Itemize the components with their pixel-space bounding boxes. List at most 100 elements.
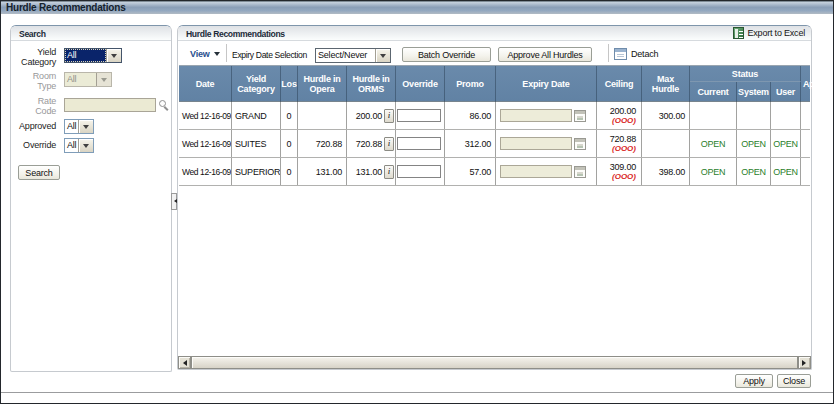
scroll-right-icon (802, 360, 809, 366)
col-header-yield-category[interactable]: Yield Category (232, 66, 281, 102)
cell-los: 0 (281, 130, 298, 157)
search-panel-title: Search (19, 29, 46, 39)
detach-button[interactable]: Detach (614, 48, 658, 60)
approved-dropdown-button[interactable] (78, 120, 93, 133)
table-row[interactable]: Wed 12-16-09 SUITES 0 720.88 720.88 i 31… (179, 130, 810, 158)
scrollbar-thumb[interactable] (191, 356, 798, 369)
col-header-override[interactable]: Override (396, 66, 445, 102)
chevron-down-icon (101, 78, 107, 85)
override-dropdown-button[interactable] (78, 139, 93, 152)
cell-override (396, 158, 445, 185)
scroll-left-icon (180, 360, 187, 366)
cell-date: Wed 12-16-09 (179, 130, 232, 157)
results-panel: Hurdle Recommendations Export to Excel V… (177, 25, 812, 370)
cell-approve-clipped (801, 158, 810, 185)
cell-status-current: OPEN (690, 158, 737, 185)
detach-icon (614, 48, 627, 60)
orms-detail-button[interactable]: i (384, 165, 394, 179)
cell-promo: 86.00 (445, 102, 496, 129)
expiry-date-input[interactable] (500, 109, 572, 122)
results-toolbar: View Expiry Date Selection Select/Never … (178, 41, 811, 66)
expiry-selection-dropdown-button[interactable] (375, 49, 390, 62)
override-input[interactable] (397, 109, 441, 122)
col-header-expiry-date[interactable]: Expiry Date (496, 66, 597, 102)
orms-detail-button[interactable]: i (384, 109, 394, 123)
approve-all-hurdles-button[interactable]: Approve All Hurdles (498, 47, 592, 62)
batch-override-button[interactable]: Batch Override (402, 47, 491, 62)
cell-date: Wed 12-16-09 (179, 102, 232, 129)
override-input[interactable] (397, 137, 441, 150)
room-type-dropdown-button (96, 73, 111, 86)
col-header-hurdle-in-opera[interactable]: Hurdle in Opera (298, 66, 347, 102)
override-value: All (65, 139, 78, 152)
cell-hurdle-opera: 131.00 (298, 158, 347, 185)
magnifier-icon[interactable] (159, 100, 170, 111)
calendar-icon[interactable] (574, 110, 586, 122)
cell-ceiling: 309.00 (OOO) (597, 158, 642, 185)
ooo-indicator: (OOO) (612, 144, 636, 154)
cell-promo: 57.00 (445, 158, 496, 185)
results-panel-title: Hurdle Recommendations (186, 29, 285, 39)
search-button[interactable]: Search (18, 165, 60, 180)
cell-status-user: OPEN (771, 130, 801, 157)
scroll-left-button[interactable] (178, 356, 191, 369)
cell-yield: SUPERIOR (232, 158, 281, 185)
calendar-icon[interactable] (574, 166, 586, 178)
ooo-indicator: (OOO) (612, 116, 636, 126)
cell-expiry-date (496, 130, 597, 157)
expiry-date-input[interactable] (500, 137, 572, 150)
col-header-approve-clipped[interactable]: Ap (801, 66, 810, 102)
col-header-status-user[interactable]: User (771, 82, 801, 102)
col-header-ceiling[interactable]: Ceiling (597, 66, 642, 102)
view-menu-button[interactable]: View (190, 49, 220, 59)
expiry-date-selection-select[interactable]: Select/Never (315, 48, 391, 63)
approved-select[interactable]: All (64, 119, 94, 134)
calendar-icon[interactable] (574, 138, 586, 150)
cell-expiry-date (496, 102, 597, 129)
expiry-date-selection-value: Select/Never (316, 49, 375, 62)
override-select[interactable]: All (64, 138, 94, 153)
cell-los: 0 (281, 102, 298, 129)
yield-category-select[interactable]: All (64, 48, 122, 63)
rate-code-label: Rate Code (11, 96, 56, 116)
approved-value: All (65, 120, 78, 133)
horizontal-scrollbar[interactable] (178, 356, 811, 369)
expiry-date-input[interactable] (500, 165, 572, 178)
panel-collapse-handle[interactable] (171, 193, 177, 210)
close-button[interactable]: Close (777, 374, 811, 388)
room-type-select: All (64, 72, 112, 87)
table-row[interactable]: Wed 12-16-09 SUPERIOR 0 131.00 131.00 i … (179, 158, 810, 186)
cell-date: Wed 12-16-09 (179, 158, 232, 185)
col-header-max-hurdle[interactable]: Max Hurdle (642, 66, 690, 102)
cell-status-current: OPEN (690, 130, 737, 157)
cell-status-user (771, 102, 801, 129)
col-header-los[interactable]: Los (281, 66, 298, 102)
toolbar-separator (226, 44, 227, 62)
table-row[interactable]: Wed 12-16-09 GRAND 0 200.00 i 86.00 200.… (179, 102, 810, 130)
cell-ceiling: 720.88 (OOO) (597, 130, 642, 157)
chevron-down-icon (380, 54, 386, 61)
chevron-down-icon (214, 52, 220, 59)
collapse-left-icon (172, 199, 177, 203)
scroll-right-button[interactable] (798, 356, 811, 369)
col-header-promo[interactable]: Promo (445, 66, 496, 102)
override-input[interactable] (397, 165, 441, 178)
cell-approve-clipped (801, 102, 810, 129)
col-header-status-current[interactable]: Current (690, 82, 737, 102)
export-to-excel-link[interactable]: Export to Excel (733, 27, 805, 39)
search-panel-header: Search (11, 26, 171, 41)
col-header-date[interactable]: Date (179, 66, 232, 102)
chevron-down-icon (111, 54, 117, 61)
search-panel: Search Yield Category All Room Type All … (10, 25, 172, 372)
apply-button[interactable]: Apply (735, 374, 773, 388)
rate-code-input[interactable] (64, 98, 156, 112)
expiry-date-selection-label: Expiry Date Selection (232, 50, 307, 60)
yield-category-dropdown-button[interactable] (106, 49, 121, 62)
approved-label: Approved (11, 121, 56, 131)
col-header-status-system[interactable]: System (737, 82, 771, 102)
cell-expiry-date (496, 158, 597, 185)
orms-detail-button[interactable]: i (384, 137, 394, 151)
chevron-down-icon (83, 144, 89, 151)
yield-category-value: All (65, 49, 106, 62)
col-header-hurdle-in-orms[interactable]: Hurdle in ORMS (347, 66, 396, 102)
